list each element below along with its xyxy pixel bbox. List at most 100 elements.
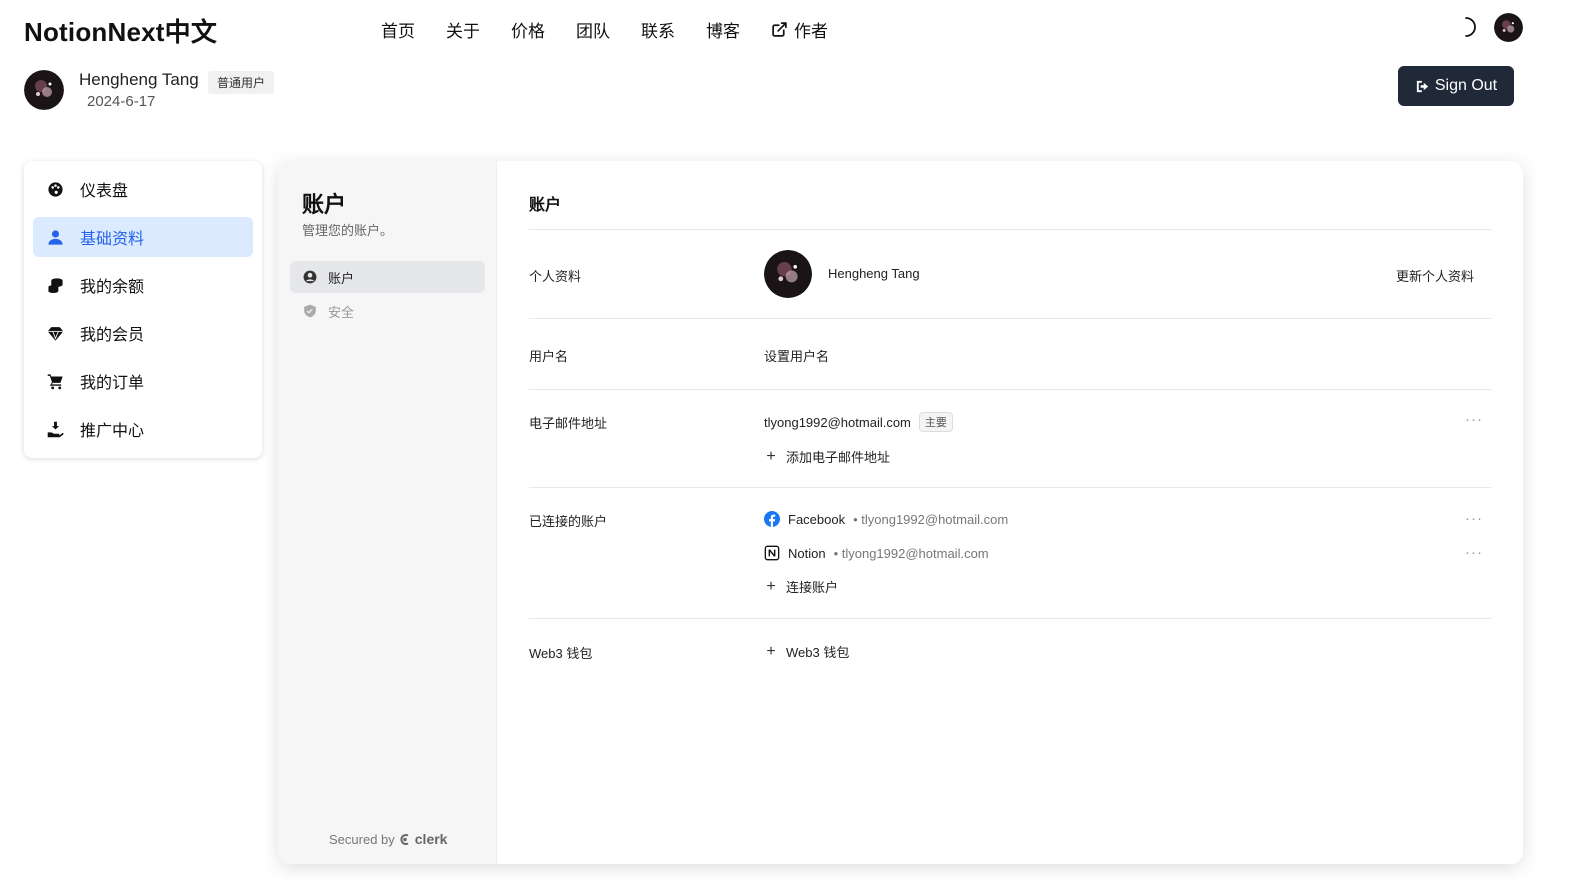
notion-icon [764,545,780,561]
menu-label: 我的订单 [80,375,145,392]
top-navbar: NotionNext中文 首页 关于 价格 团队 联系 博客 作者 [0,0,1574,56]
update-profile-button[interactable]: 更新个人资料 [1396,266,1474,285]
nav-item-team[interactable]: 团队 [576,17,610,42]
account-card-sidebar: 账户 管理您的账户。 账户 安全 Secured by clerk [278,161,497,864]
add-email-label: 添加电子邮件地址 [786,450,891,465]
username-label: 用户名 [529,349,569,364]
nav-item-contact[interactable]: 联系 [641,17,675,42]
add-email-button[interactable]: + 添加电子邮件地址 [764,447,890,466]
connect-account-button[interactable]: + 连接账户 [764,577,838,596]
user-center-menu: 仪表盘 基础资料 我的余额 我的会员 我的订单 推广中心 [24,161,262,458]
add-web3-wallet-button[interactable]: + Web3 钱包 [764,642,849,661]
profile-avatar-large [764,250,812,298]
hand-coin-icon [47,421,64,437]
menu-item-affiliate[interactable]: 推广中心 [33,409,253,449]
set-username-button[interactable]: 设置用户名 [764,346,829,365]
nav-label: 首页 [381,22,415,41]
menu-item-membership[interactable]: 我的会员 [33,313,253,353]
email-label: 电子邮件地址 [529,416,608,431]
provider-email: • tlyong1992@hotmail.com [833,545,989,561]
provider-name: Notion [788,545,826,561]
email-address: tlyong1992@hotmail.com [764,414,911,430]
secured-prefix: Secured by [329,831,395,847]
nav-label: 博客 [706,22,740,41]
clerk-brand: clerk [414,831,448,847]
nav-item-author[interactable]: 作者 [771,17,828,42]
site-brand[interactable]: NotionNext中文 [24,12,217,49]
connected-accounts-label: 已连接的账户 [529,514,608,529]
menu-label: 仪表盘 [80,183,129,200]
security-tab-label: 安全 [328,304,355,320]
user-avatar[interactable] [1494,13,1523,42]
nav-item-blog[interactable]: 博客 [706,17,740,42]
nav-label: 团队 [576,22,610,41]
email-more-button[interactable]: ··· [1465,411,1483,428]
update-profile-label: 更新个人资料 [1396,269,1475,284]
security-tab[interactable]: 安全 [290,295,485,327]
menu-item-profile[interactable]: 基础资料 [33,217,253,257]
divider [529,618,1491,619]
set-username-label: 设置用户名 [764,349,830,364]
facebook-more-button[interactable]: ··· [1465,510,1483,527]
web3-label: Web3 钱包 [529,646,593,661]
account-card-main: 账户 个人资料 Hengheng Tang 更新个人资料 用户名 设置用户名 电… [497,161,1523,864]
nav-item-about[interactable]: 关于 [446,17,480,42]
profile-date: 2024-6-17 [87,93,156,110]
user-role-badge: 普通用户 [208,71,275,94]
facebook-icon [764,511,780,527]
connected-account-facebook: Facebook • tlyong1992@hotmail.com [764,511,1008,527]
menu-item-balance[interactable]: 我的余额 [33,265,253,305]
account-section-title: 账户 [529,197,562,214]
connect-account-label: 连接账户 [786,580,839,595]
cart-icon [47,373,63,389]
divider [529,229,1491,230]
menu-item-dashboard[interactable]: 仪表盘 [33,169,253,209]
plus-icon: + [766,642,776,660]
menu-item-orders[interactable]: 我的订单 [33,361,253,401]
connected-account-notion: Notion • tlyong1992@hotmail.com [764,545,989,561]
divider [529,318,1491,319]
user-circle-icon [303,270,317,284]
primary-badge: 主要 [918,412,953,432]
moon-icon[interactable] [1454,15,1478,39]
profile-avatar [24,70,64,110]
nav-label: 关于 [446,22,480,41]
sign-out-label: Sign Out [1434,77,1498,94]
nav-item-pricing[interactable]: 价格 [511,17,545,42]
account-sidebar-title: 账户 [302,192,347,217]
web3-action-label: Web3 钱包 [786,645,850,660]
nav-item-home[interactable]: 首页 [381,17,415,42]
divider [529,487,1491,488]
palette-icon [48,181,63,197]
user-icon [48,229,63,245]
sign-out-button[interactable]: Sign Out [1398,66,1514,106]
main-nav: 首页 关于 价格 团队 联系 博客 作者 [381,17,859,42]
coins-icon [48,277,63,293]
nav-label: 作者 [794,22,828,41]
menu-label: 我的余额 [80,279,145,296]
nav-label: 联系 [641,22,675,41]
nav-label: 价格 [511,22,545,41]
menu-label: 我的会员 [80,327,145,344]
menu-label: 基础资料 [80,231,145,248]
profile-full-name: Hengheng Tang [828,266,920,281]
gem-icon [47,326,64,341]
profile-section-label: 个人资料 [529,269,582,284]
email-entry: tlyong1992@hotmail.com 主要 [764,412,953,432]
divider [529,389,1491,390]
account-tab[interactable]: 账户 [290,261,485,293]
profile-name: Hengheng Tang [79,70,199,89]
menu-label: 推广中心 [80,423,145,440]
external-link-icon [772,22,787,37]
profile-full-name-text: Hengheng Tang [828,266,920,281]
account-sidebar-subtitle: 管理您的账户。 [302,223,394,238]
provider-name: Facebook [788,511,846,527]
provider-email: • tlyong1992@hotmail.com [853,511,1009,527]
plus-icon: + [766,447,776,465]
account-card: 账户 管理您的账户。 账户 安全 Secured by clerk 账户 个人资… [278,161,1523,864]
plus-icon: + [766,577,776,595]
notion-more-button[interactable]: ··· [1465,544,1483,561]
secured-by-clerk[interactable]: Secured by clerk [329,831,447,847]
account-tab-label: 账户 [328,270,355,286]
shield-icon [304,304,316,318]
